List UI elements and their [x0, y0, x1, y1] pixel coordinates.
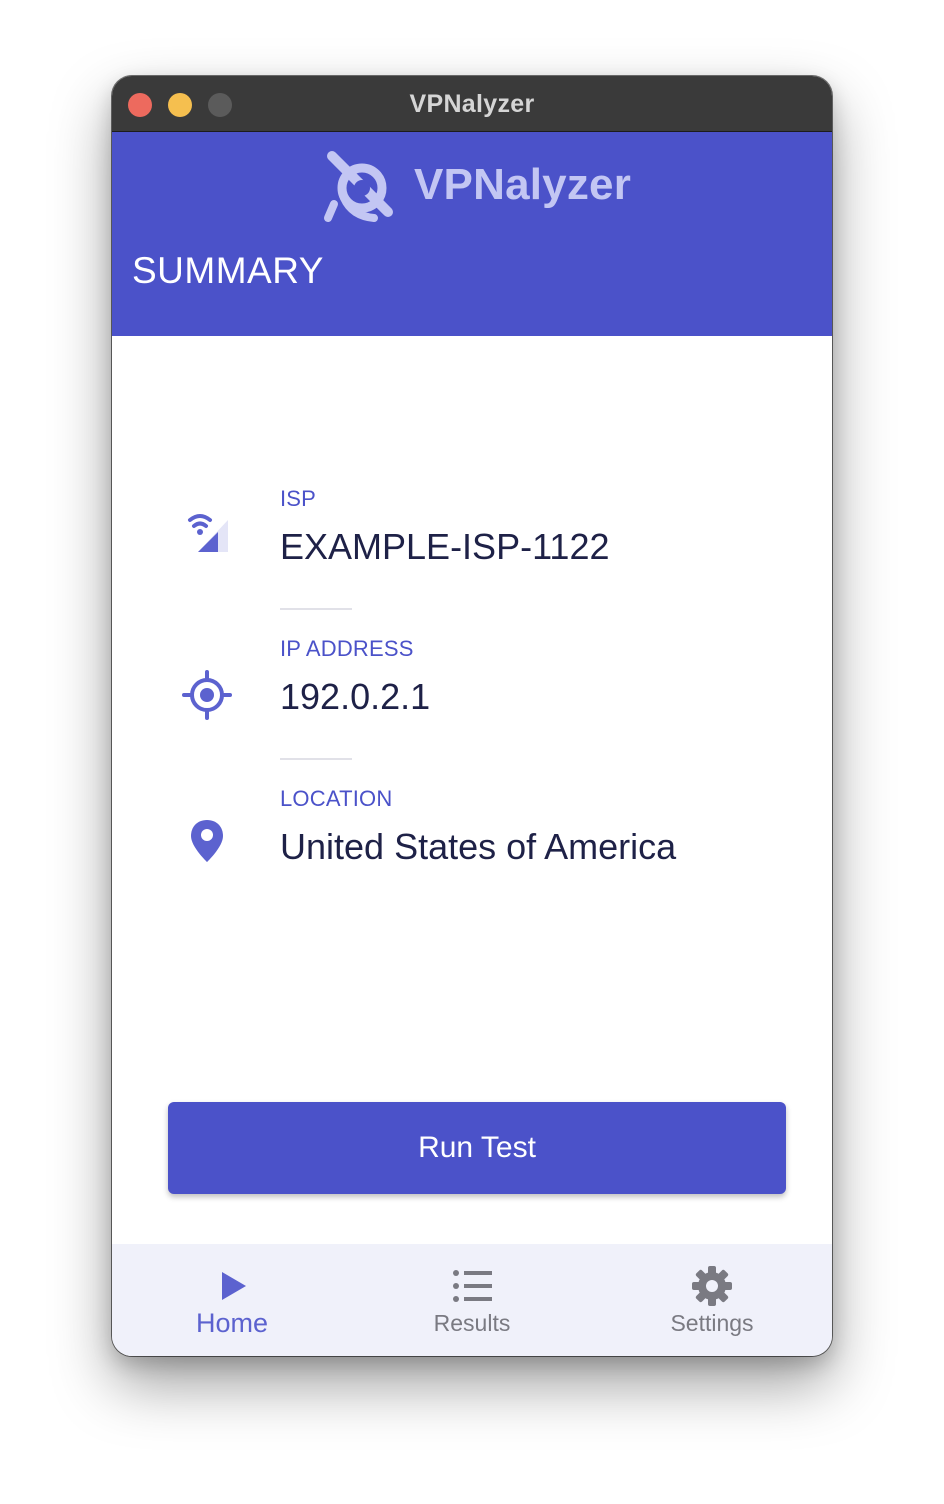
page-title: SUMMARY: [132, 250, 324, 291]
nav-label-settings: Settings: [670, 1310, 754, 1336]
bottom-navigation: Home Results Settings: [112, 1244, 832, 1356]
location-row: LOCATION United States of America: [112, 786, 832, 896]
location-value: United States of America: [280, 826, 677, 867]
window-title: VPNalyzer: [409, 90, 535, 118]
ip-address-label: IP ADDRESS: [280, 636, 414, 661]
app-window: VPNalyzer VPNalyzer SUMMARY ISP EXAMPLE-…: [112, 76, 832, 1356]
title-bar[interactable]: VPNalyzer: [112, 76, 832, 132]
isp-value: EXAMPLE-ISP-1122: [280, 526, 610, 567]
location-label: LOCATION: [280, 786, 393, 811]
signal-wifi-icon: [188, 514, 228, 552]
isp-label: ISP: [280, 486, 317, 511]
nav-item-home[interactable]: Home: [112, 1244, 352, 1356]
divider: [280, 608, 352, 610]
divider: [280, 758, 352, 760]
nav-item-settings[interactable]: Settings: [592, 1244, 832, 1356]
nav-label-results: Results: [433, 1310, 511, 1336]
satellite-logo-icon: [324, 151, 393, 222]
brand-logo: VPNalyzer: [322, 148, 631, 228]
nav-item-results[interactable]: Results: [352, 1244, 592, 1356]
crosshair-target-icon: [182, 670, 232, 720]
summary-content: ISP EXAMPLE-ISP-1122 IP ADDRESS 192.0.2.…: [112, 336, 832, 1244]
brand-name: VPNalyzer: [414, 160, 632, 209]
isp-row: ISP EXAMPLE-ISP-1122: [112, 486, 832, 596]
gear-icon: [692, 1266, 732, 1306]
play-icon: [222, 1272, 246, 1300]
ip-address-value: 192.0.2.1: [280, 676, 431, 717]
location-pin-icon: [191, 820, 223, 862]
run-test-button[interactable]: Run Test: [168, 1102, 786, 1194]
app-header: VPNalyzer SUMMARY: [112, 132, 832, 336]
nav-label-home: Home: [195, 1308, 269, 1338]
list-icon: [453, 1270, 492, 1302]
ip-address-row: IP ADDRESS 192.0.2.1: [112, 636, 832, 746]
